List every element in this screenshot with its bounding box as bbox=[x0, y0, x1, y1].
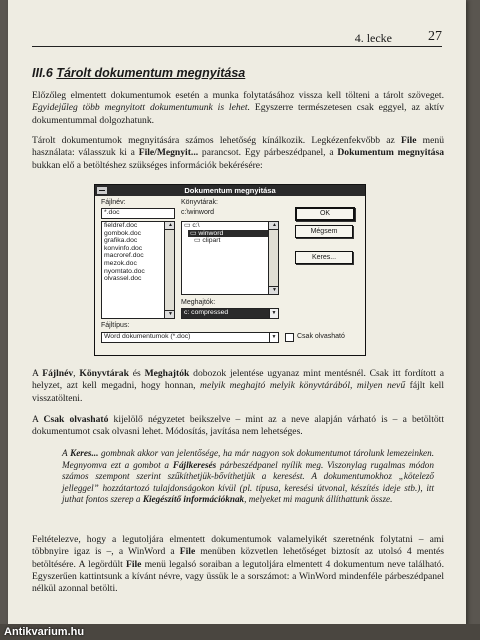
drive-dropdown[interactable]: c: compressed ▼ bbox=[181, 308, 279, 319]
scroll-up-icon[interactable]: ▲ bbox=[165, 222, 174, 230]
directory-item[interactable]: ▭ c:\ bbox=[182, 222, 278, 230]
filetype-label: Fájltípus: bbox=[101, 322, 130, 329]
p5-bold-file-2: File bbox=[125, 558, 142, 570]
p3-text-a: A bbox=[32, 368, 43, 379]
chevron-down-icon[interactable]: ▼ bbox=[269, 333, 278, 342]
dialog-titlebar: Dokumentum megnyitása bbox=[95, 185, 365, 196]
search-note: A Keres... gombnak akkor van jelentősége… bbox=[62, 448, 434, 506]
drives-label: Meghajtók: bbox=[181, 299, 216, 306]
section-title: III.6 Tárolt dokumentum megnyitása bbox=[32, 66, 245, 80]
p2-bold-file: File bbox=[401, 135, 417, 146]
readonly-label: Csak olvasható bbox=[297, 333, 345, 340]
readonly-checkbox[interactable] bbox=[285, 333, 294, 342]
quote-text-g: , melyeket mi magunk állíthattunk össze. bbox=[244, 494, 393, 505]
p2-text-g: bukkan elő a betöltéshez szükséges infor… bbox=[32, 159, 263, 171]
p3-bold-drives: Meghajtók bbox=[144, 368, 190, 379]
chevron-down-icon[interactable]: ▼ bbox=[269, 309, 278, 318]
p1-text-a: Előzőleg elmentett dokumentumok esetén a… bbox=[32, 90, 444, 101]
p3-text-e: és bbox=[128, 368, 145, 379]
p1-italic: Egyidejűleg több megnyitott dokumentumun… bbox=[32, 102, 250, 114]
directory-name: c:\ bbox=[192, 222, 200, 229]
p2-bold-command: File/Megnyit... bbox=[138, 147, 199, 159]
paragraph-4: A Csak olvasható kijelölő négyzetet beik… bbox=[32, 414, 444, 439]
p4-bold-readonly: Csak olvasható bbox=[43, 414, 109, 425]
directories-path: c:\winword bbox=[181, 209, 215, 216]
directory-list-scrollbar[interactable]: ▲ ▼ bbox=[268, 222, 278, 294]
p4-text-a: A bbox=[32, 414, 44, 425]
section-number: III.6 bbox=[32, 66, 53, 80]
paragraph-5: Feltételezve, hogy a legutoljára elmente… bbox=[32, 534, 444, 595]
directory-item[interactable]: ▭ clipart bbox=[182, 237, 278, 245]
directories-label: Könyvtárak: bbox=[181, 199, 218, 206]
dialog-title: Dokumentum megnyitása bbox=[184, 186, 276, 195]
directory-name: clipart bbox=[202, 237, 221, 245]
lesson-label: 4. lecke bbox=[354, 31, 392, 45]
open-document-dialog: Dokumentum megnyitása Fájlnév: *.doc ▲ ▼… bbox=[94, 184, 366, 356]
cancel-button[interactable]: Mégsem bbox=[295, 225, 353, 238]
filetype-value: Word dokumentumok (*.doc) bbox=[104, 333, 191, 340]
drive-value: c: compressed bbox=[184, 309, 229, 316]
paragraph-2: Tárolt dokumentumok megnyitására számos … bbox=[32, 135, 444, 172]
scroll-down-icon[interactable]: ▼ bbox=[165, 310, 174, 318]
file-list-scrollbar[interactable]: ▲ ▼ bbox=[164, 222, 174, 318]
ok-button[interactable]: OK bbox=[295, 207, 355, 221]
page-header: 4. lecke 27 bbox=[32, 29, 442, 47]
paragraph-3: A Fájlnév, Könyvtárak és Meghajtók doboz… bbox=[32, 368, 444, 405]
filename-label: Fájlnév: bbox=[101, 199, 126, 206]
p2-text-a: Tárolt dokumentumok megnyitására számos … bbox=[32, 135, 402, 146]
file-list[interactable]: ▲ ▼ fieldref.doc gombok.doc grafika.doc … bbox=[101, 221, 175, 319]
directory-item-selected[interactable]: ▭ winword bbox=[188, 229, 269, 238]
search-button[interactable]: Keres... bbox=[295, 251, 353, 264]
p2-bold-dialog: Dokumentum megnyitása bbox=[337, 147, 444, 159]
scroll-up-icon[interactable]: ▲ bbox=[269, 222, 278, 230]
quote-bold-extra-info: Kiegészítő információknak bbox=[142, 494, 245, 505]
directory-list[interactable]: ▲ ▼ ▭ c:\ ▭ winword ▭ clipart bbox=[181, 221, 279, 295]
quote-text-a: A bbox=[62, 448, 71, 458]
page-number: 27 bbox=[428, 29, 442, 44]
quote-bold-filesearch: Fájlkeresés bbox=[172, 459, 217, 470]
p3-bold-dirs: Könyvtárak bbox=[79, 368, 129, 379]
filename-value: *.doc bbox=[104, 209, 120, 216]
p5-bold-file: File bbox=[179, 546, 196, 558]
p3-bold-filename: Fájlnév bbox=[42, 368, 74, 379]
watermark-logo: Antikvarium.hu bbox=[4, 626, 85, 638]
directory-name: winword bbox=[198, 229, 224, 237]
filename-input[interactable]: *.doc bbox=[101, 208, 175, 219]
p3-italic: melyik meghajtó melyik könyvtárából, mil… bbox=[200, 380, 406, 392]
filetype-dropdown[interactable]: Word dokumentumok (*.doc) ▼ bbox=[101, 332, 279, 343]
quote-bold-search: Keres... bbox=[70, 448, 99, 458]
section-title-text: Tárolt dokumentum megnyitása bbox=[56, 66, 246, 80]
scroll-down-icon[interactable]: ▼ bbox=[269, 286, 278, 294]
p2-text-e: parancsot. Egy párbeszédpanel, a bbox=[198, 147, 338, 159]
paragraph-1: Előzőleg elmentett dokumentumok esetén a… bbox=[32, 90, 444, 127]
book-page: 4. lecke 27 III.6 Tárolt dokumentum megn… bbox=[8, 0, 466, 632]
